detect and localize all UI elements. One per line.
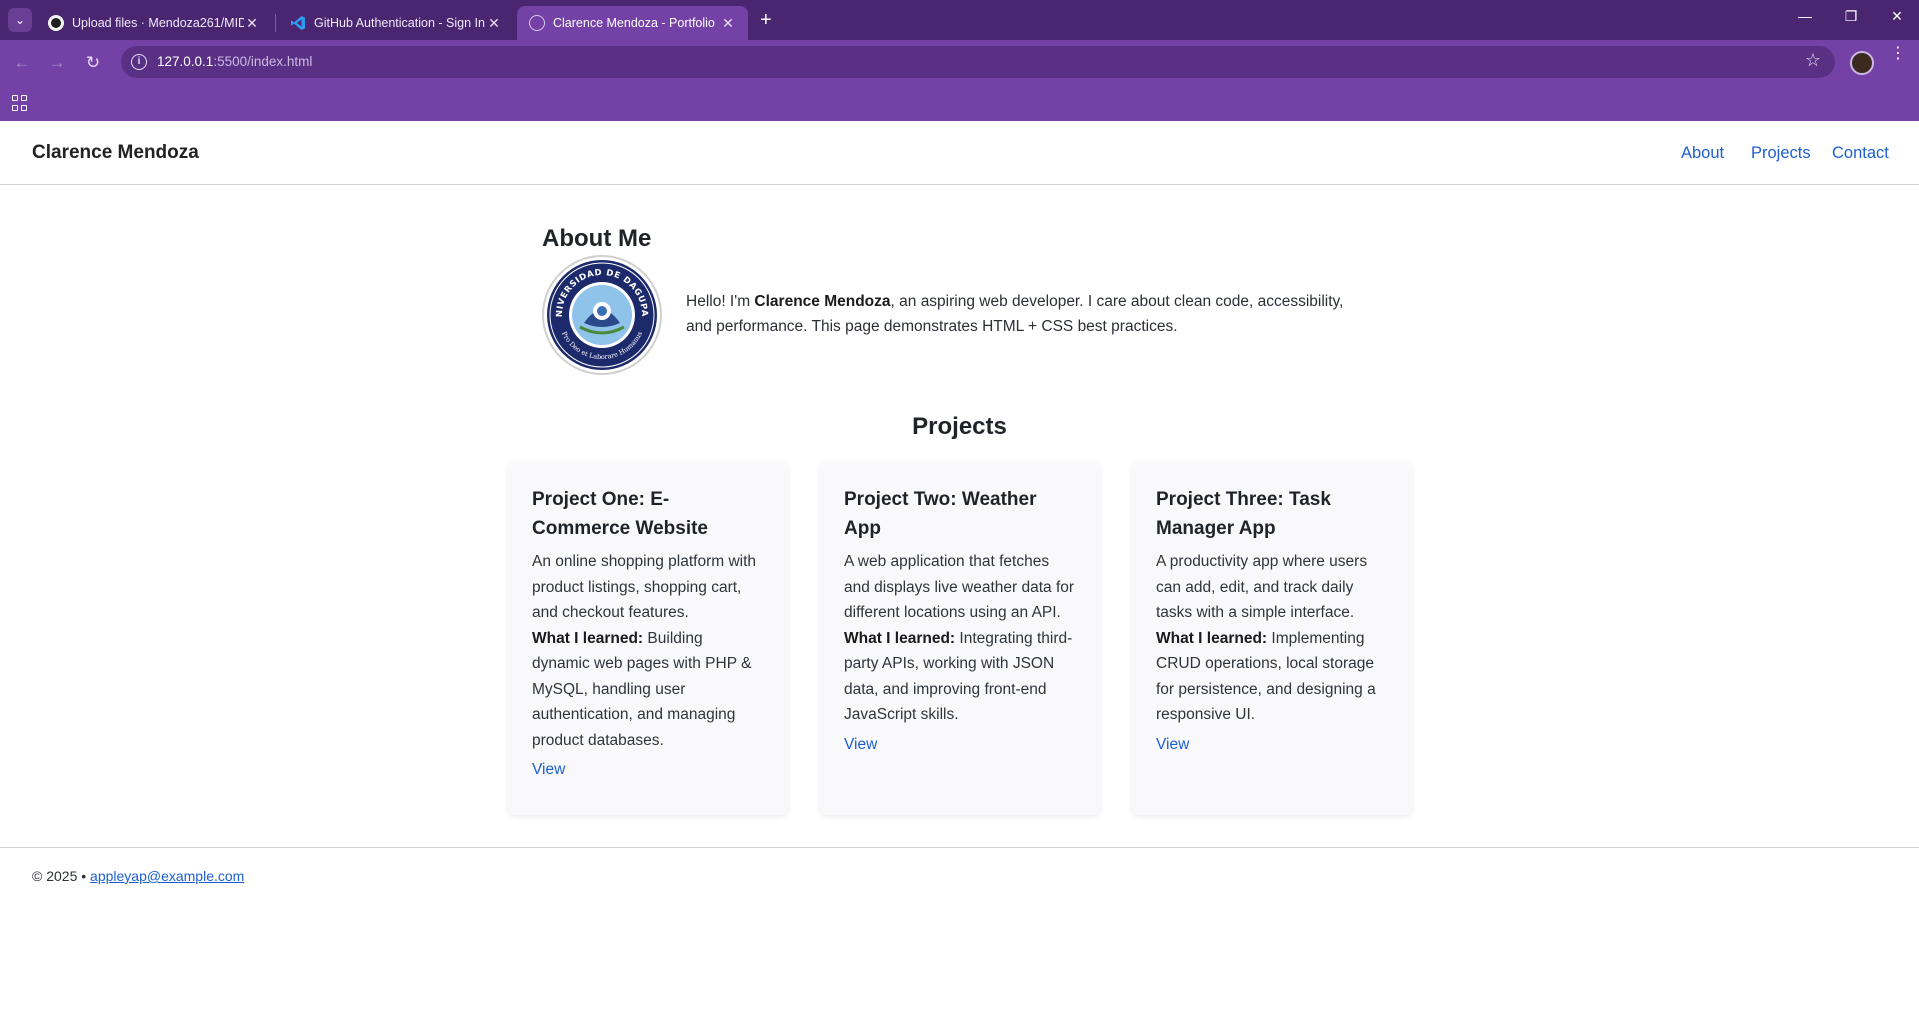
arrow-left-icon: ← [13,53,31,72]
vscode-icon [290,15,306,31]
reload-icon: ↻ [85,53,101,72]
browser-tab-portfolio[interactable]: Clarence Mendoza - Portfolio ✕ [517,6,748,40]
project-description-text: A web application that fetches and displ… [844,553,1075,621]
browser-tab-upload-files[interactable]: Upload files · Mendoza261/MID ✕ [36,6,272,40]
footer-email-link[interactable]: appleyap@example.com [90,868,244,884]
project-card: Project Two: Weather App A web applicati… [820,461,1100,815]
project-description-text: An online shopping platform with product… [532,553,757,621]
profile-avatar[interactable] [1850,51,1874,75]
browser-tab-strip: ⌄ Upload files · Mendoza261/MID ✕ GitHub… [0,0,1919,40]
url-host: 127.0.0.1 [157,54,214,69]
forward-button[interactable]: → [46,52,68,74]
minimize-icon: — [1798,8,1812,24]
about-title: About Me [542,225,652,252]
footer-copyright: © 2025 • [32,868,91,884]
bookmark-star-icon[interactable]: ☆ [1805,50,1821,71]
arrow-right-icon: → [48,53,66,72]
browser-toolbar: ← → ↻ i 127.0.0.1:5500/index.html ☆ ⋮ [0,40,1919,85]
url-text[interactable]: 127.0.0.1:5500/index.html [157,54,312,69]
site-header: Clarence Mendoza About Projects Contact [0,121,1919,185]
page-viewport: Clarence Mendoza About Projects Contact … [0,121,1919,1032]
restore-button[interactable]: ❐ [1836,8,1866,25]
project-title: Project Two: Weather App [844,489,1037,539]
project-view-link[interactable]: View [532,761,565,779]
intro-name: Clarence Mendoza [754,293,891,310]
nav-link-contact[interactable]: Contact [1832,144,1889,163]
globe-icon [529,15,545,31]
site-footer: © 2025 • appleyap@example.com [32,868,244,884]
project-view-link[interactable]: View [1156,736,1189,754]
project-description: A web application that fetches and displ… [844,549,1076,728]
github-icon [48,15,64,31]
footer-divider [0,847,1919,848]
nav-link-about[interactable]: About [1681,144,1724,163]
site-brand[interactable]: Clarence Mendoza [32,142,199,164]
plus-icon: + [760,9,772,31]
about-intro: Hello! I'm Clarence Mendoza, an aspiring… [686,289,1366,339]
minimize-button[interactable]: — [1790,8,1820,24]
project-description: An online shopping platform with product… [532,549,764,753]
project-title: Project One: E-Commerce Website [532,489,708,539]
close-window-button[interactable]: ✕ [1882,8,1912,25]
url-path: :5500/index.html [213,54,313,69]
more-menu-icon[interactable]: ⋮ [1890,46,1906,62]
intro-prefix: Hello! I'm [686,293,755,310]
learned-label: What I learned: [532,629,644,647]
project-card: Project Three: Task Manager App A produc… [1132,461,1412,815]
learned-label: What I learned: [1156,629,1268,647]
project-description-text: A productivity app where users can add, … [1156,553,1368,621]
close-icon[interactable]: ✕ [486,15,502,32]
bookmarks-bar [0,85,1919,121]
new-tab-button[interactable]: + [760,10,772,30]
apps-grid-icon[interactable] [12,95,28,111]
project-title: Project Three: Task Manager App [1156,489,1331,539]
close-icon[interactable]: ✕ [720,15,736,32]
project-view-link[interactable]: View [844,736,877,754]
learned-label: What I learned: [844,629,956,647]
tab-title: Upload files · Mendoza261/MID [72,16,244,30]
address-bar[interactable]: i 127.0.0.1:5500/index.html ☆ [121,46,1835,78]
restore-icon: ❐ [1844,8,1858,24]
learned-text: Building dynamic web pages with PHP & My… [532,629,752,749]
site-info-icon[interactable]: i [131,54,147,70]
close-icon[interactable]: ✕ [244,15,260,32]
back-button[interactable]: ← [11,52,33,74]
university-logo: UNIVERSIDAD DE DAGUPAN Pro Deo et Labora… [540,250,662,375]
tab-search-button[interactable]: ⌄ [8,8,32,32]
nav-link-projects[interactable]: Projects [1751,144,1811,163]
close-icon: ✕ [1891,8,1903,24]
browser-tab-github-auth[interactable]: GitHub Authentication - Sign In ✕ [278,6,514,40]
tab-title: GitHub Authentication - Sign In [314,16,485,30]
tab-separator [275,14,276,32]
project-description: A productivity app where users can add, … [1156,549,1388,728]
reload-button[interactable]: ↻ [82,52,104,74]
tab-title: Clarence Mendoza - Portfolio [553,16,715,30]
projects-title: Projects [912,413,1007,440]
chevron-down-icon: ⌄ [14,13,26,27]
project-card: Project One: E-Commerce Website An onlin… [508,461,788,815]
